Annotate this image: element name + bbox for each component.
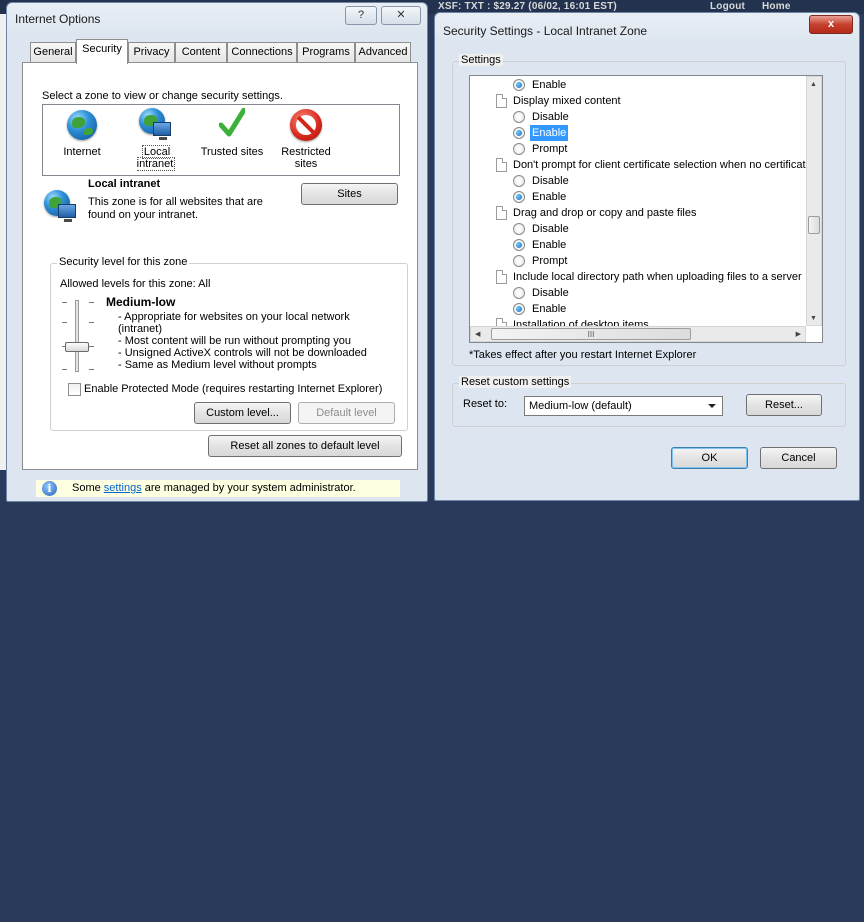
clipped-row: Installation of desktop items [496,318,806,326]
setting-label: Don't prompt for client certificate sele… [513,159,806,171]
sites-button[interactable]: Sites [301,183,398,205]
close-icon: x [827,18,835,30]
radio-enable[interactable] [513,127,525,139]
reset-to-label: Reset to: [463,398,508,410]
close-button[interactable]: ✕ [381,6,421,25]
vertical-scrollbar[interactable]: ▲ ▼ [806,76,822,326]
tab-security[interactable]: Security [76,39,128,64]
radio-disable[interactable] [513,287,525,299]
local-intranet-icon [44,190,78,224]
reset-button[interactable]: Reset... [746,394,822,416]
radio-disable[interactable] [513,175,525,187]
radio-prompt[interactable] [513,143,525,155]
tab-content[interactable]: Content [175,42,227,62]
scroll-up-icon[interactable]: ▲ [810,81,817,88]
cancel-button[interactable]: Cancel [760,447,837,469]
slider-thumb[interactable] [65,342,89,352]
security-settings-client [0,470,412,922]
chevron-down-icon [708,404,716,408]
stock-ticker: XSF: TXT : $29.27 (06/02, 16:01 EST) [438,1,617,12]
reset-legend: Reset custom settings [459,376,572,388]
radio-disable[interactable] [513,223,525,235]
local-intranet-icon [139,108,173,142]
tab-programs[interactable]: Programs [297,42,355,62]
zone-local-intranet[interactable]: Local intranet [121,108,191,171]
level-description: - Appropriate for websites on your local… [118,311,367,371]
ok-button[interactable]: OK [671,447,748,469]
close-button[interactable]: x [809,15,853,34]
logout-link[interactable]: Logout [710,1,745,12]
reset-all-zones-button[interactable]: Reset all zones to default level [208,435,402,457]
horizontal-scrollbar[interactable]: ◀ III ▶ [470,326,806,342]
zone-label: Trusted sites [200,146,264,158]
protected-mode-label: Enable Protected Mode (requires restarti… [84,383,383,395]
zone-description: This zone is for all websites that are f… [88,196,263,221]
vertical-scroll-thumb[interactable] [808,216,820,234]
setting-doc-icon [496,270,507,284]
setting-doc-icon [496,158,507,172]
zone-prompt: Select a zone to view or change security… [42,90,283,102]
tab-connections[interactable]: Connections [227,42,297,62]
level-name: Medium-low [106,295,176,309]
settings-legend: Settings [459,54,503,66]
info-icon: i [42,481,57,496]
custom-level-button[interactable]: Custom level... [194,402,291,424]
radio-enable[interactable] [513,191,525,203]
setting-label: Include local directory path when upload… [513,271,802,283]
radio-enable[interactable] [513,303,525,315]
settings-link[interactable]: settings [104,482,142,494]
radio-enable[interactable] [513,79,525,91]
scroll-left-icon[interactable]: ◀ [475,330,480,338]
zone-label: Local intranet [136,145,176,171]
scroll-down-icon[interactable]: ▼ [810,315,817,322]
allowed-levels: Allowed levels for this zone: All [60,278,211,290]
zone-restricted-sites[interactable]: Restricted sites [271,108,341,170]
zone-label: Restricted sites [281,146,331,170]
help-button[interactable]: ? [345,6,377,25]
radio-enable[interactable] [513,239,525,251]
window-title: Internet Options [15,12,101,26]
restricted-icon [289,108,323,142]
reset-to-select[interactable]: Medium-low (default) [524,396,723,416]
radio-disable[interactable] [513,111,525,123]
zone-name: Local intranet [88,178,161,190]
radio-prompt[interactable] [513,255,525,267]
tab-general[interactable]: General [30,42,76,62]
zone-label: Internet [63,146,101,158]
home-link[interactable]: Home [762,1,791,12]
restart-footnote: *Takes effect after you restart Internet… [469,349,697,361]
default-level-button[interactable]: Default level [298,402,395,424]
zone-internet[interactable]: Internet [47,108,117,158]
setting-doc-icon [496,318,507,326]
checkmark-icon [215,108,249,142]
security-level-legend: Security level for this zone [57,256,190,268]
admin-info-bar: Some settings are managed by your system… [36,480,400,497]
scroll-right-icon[interactable]: ▶ [796,330,801,338]
security-level-slider[interactable] [60,300,96,372]
tab-advanced[interactable]: Advanced [355,42,411,62]
globe-icon [65,108,99,142]
setting-doc-icon [496,206,507,220]
setting-doc-icon [496,94,507,108]
window-title: Security Settings - Local Intranet Zone [443,24,648,38]
protected-mode-checkbox[interactable] [68,383,81,396]
tab-privacy[interactable]: Privacy [128,42,175,62]
close-icon: ✕ [396,9,406,21]
horizontal-scroll-thumb[interactable]: III [491,328,691,340]
zone-trusted-sites[interactable]: Trusted sites [197,108,267,158]
